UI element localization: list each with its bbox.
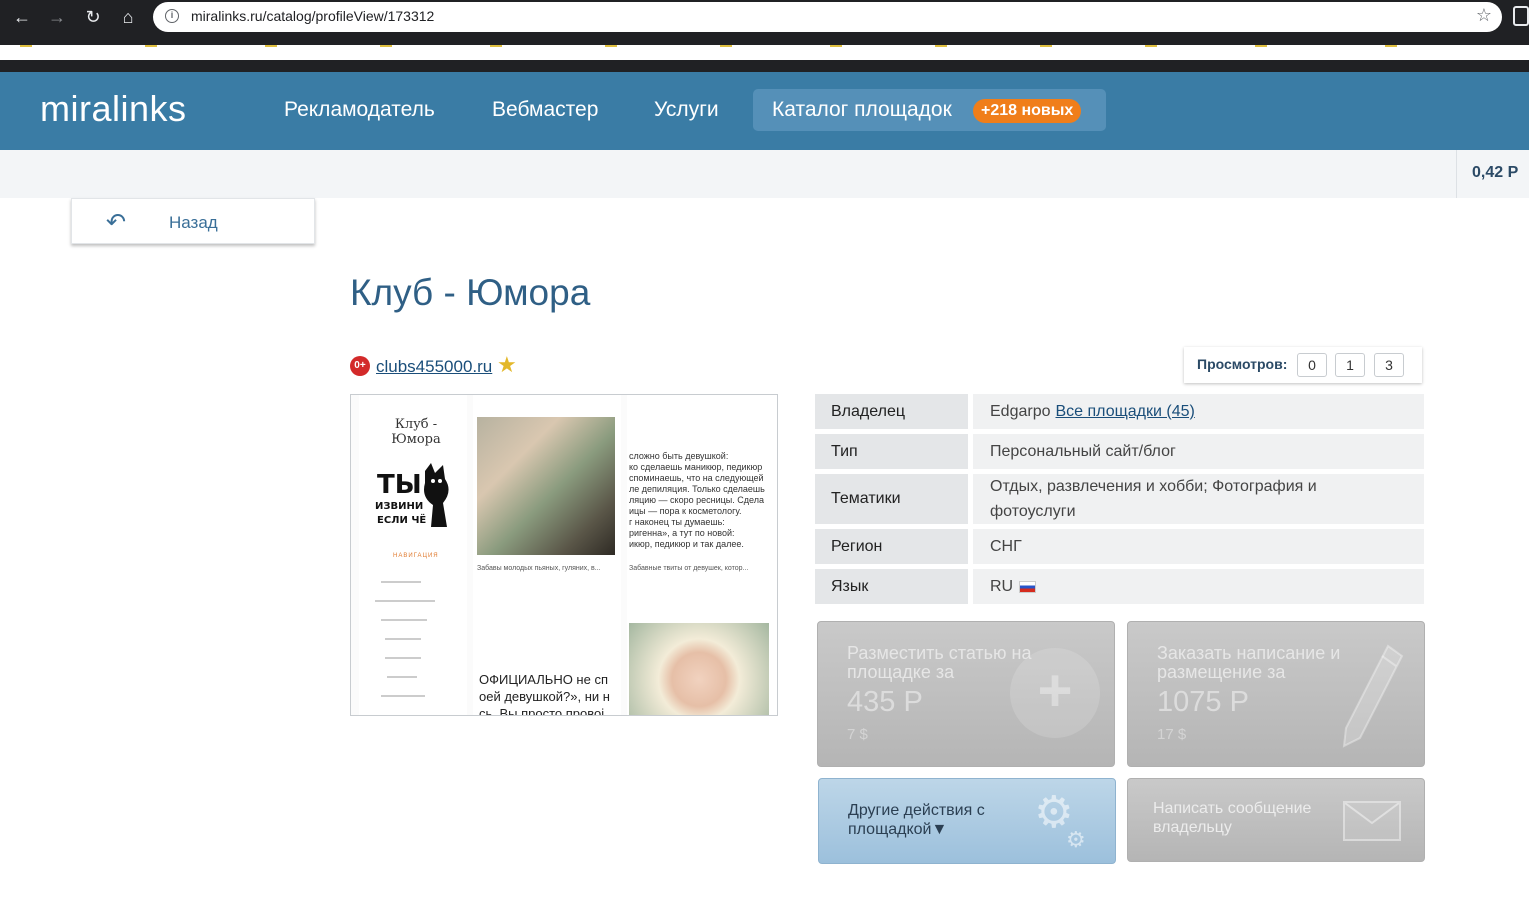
order-writing-usd: 17 $	[1157, 726, 1187, 743]
place-article-usd: 7 $	[847, 726, 868, 743]
views-count-total: 3	[1374, 353, 1404, 377]
favorite-star-icon[interactable]: ★	[497, 352, 517, 378]
info-row-type: Тип Персональный сайт/блог	[815, 434, 1424, 469]
language-code: RU	[990, 578, 1014, 595]
menu-catalog-label: Каталог площадок	[772, 98, 952, 121]
thumb-caption-2: Забавные твиты от девушек, котор...	[629, 565, 749, 572]
sub-bar: 0,42 Р	[0, 150, 1529, 198]
cat-logo-icon: ТЫ ИЗВИНИ ЕСЛИ ЧЁ	[375, 463, 449, 527]
menu-catalog[interactable]: Каталог площадок +218 новых	[753, 89, 1106, 131]
url-text[interactable]: miralinks.ru/catalog/profileView/173312	[191, 8, 434, 24]
menu-services[interactable]: Услуги	[654, 98, 719, 122]
balance-display[interactable]: 0,42 Р	[1456, 150, 1529, 198]
info-row-language: Язык RU	[815, 569, 1424, 604]
site-logo[interactable]: miralinks	[40, 88, 187, 130]
bookmark-star-icon[interactable]: ☆	[1476, 5, 1492, 26]
thumb-big-text: ОФИЦИАЛЬНО не сп оей девушкой?», ни н сь…	[479, 672, 610, 716]
page-title: Клуб - Юмора	[350, 272, 591, 313]
all-sites-link[interactable]: Все площадки (45)	[1056, 399, 1195, 424]
new-sites-badge: +218 новых	[973, 99, 1082, 123]
home-icon[interactable]: ⌂	[116, 6, 140, 28]
message-owner-label: Написать сообщение владельцу	[1153, 800, 1312, 836]
message-owner-button[interactable]: Написать сообщение владельцу	[1127, 778, 1425, 862]
info-row-owner: Владелец Edgarpo Все площадки (45)	[815, 394, 1424, 429]
svg-text:ИЗВИНИ: ИЗВИНИ	[375, 501, 423, 512]
back-arrow-icon[interactable]: ←	[10, 6, 34, 28]
info-row-region: Регион СНГ	[815, 529, 1424, 564]
undo-arrow-icon: ↶	[106, 209, 127, 236]
info-val-language: RU	[973, 569, 1424, 604]
russia-flag-icon	[1019, 580, 1037, 593]
reload-icon[interactable]: ↻	[81, 6, 105, 28]
info-key-owner: Владелец	[815, 394, 968, 429]
thumb-nav-label: НАВИГАЦИЯ	[393, 553, 439, 559]
info-key-region: Регион	[815, 529, 968, 564]
address-bar[interactable]: i miralinks.ru/catalog/profileView/17331…	[153, 2, 1502, 32]
views-label: Просмотров:	[1197, 356, 1288, 372]
other-actions-label: Другие действия с площадкой▼	[848, 802, 985, 838]
site-header: miralinks Рекламодатель Вебмастер Услуги…	[0, 72, 1529, 150]
chrome-divider	[0, 60, 1529, 72]
place-article-title: Разместить статью на площадке за	[847, 643, 1032, 682]
info-row-topics: Тематики Отдых, развлечения и хобби; Фот…	[815, 474, 1424, 524]
thumb-site-title: Клуб - Юмора	[391, 417, 441, 447]
info-key-type: Тип	[815, 434, 968, 469]
order-writing-price: 1075 Р	[1157, 686, 1249, 718]
thumb-caption-1: Забавы молодых пьяных, гуляних, в...	[477, 565, 601, 572]
place-article-price: 435 Р	[847, 686, 923, 718]
views-count-week: 1	[1335, 353, 1365, 377]
site-link[interactable]: clubs455000.ru	[376, 357, 492, 377]
menu-webmaster[interactable]: Вебмастер	[492, 98, 598, 122]
info-val-type: Персональный сайт/блог	[973, 434, 1424, 469]
info-val-owner: Edgarpo Все площадки (45)	[973, 394, 1424, 429]
gear-small-icon: ⚙	[1066, 827, 1086, 852]
views-counter: Просмотров: 0 1 3	[1184, 347, 1422, 383]
info-key-topics: Тематики	[815, 474, 968, 524]
site-screenshot-thumbnail[interactable]: Клуб - Юмора ТЫ ИЗВИНИ ЕСЛИ ЧЁ НАВИГАЦИЯ…	[350, 394, 778, 716]
thumb-photo-party	[477, 417, 615, 555]
views-count-today: 0	[1297, 353, 1327, 377]
thumb-excerpt: сложно быть девушкой: ко сделаешь маникю…	[629, 451, 765, 549]
svg-text:ЕСЛИ ЧЁ: ЕСЛИ ЧЁ	[377, 512, 426, 526]
age-rating-badge: 0+	[350, 356, 370, 376]
info-val-topics: Отдых, развлечения и хобби; Фотография и…	[973, 474, 1424, 524]
back-button[interactable]: ↶ Назад	[71, 198, 315, 244]
svg-text:ТЫ: ТЫ	[377, 470, 422, 500]
order-writing-title: Заказать написание и размещение за	[1157, 643, 1341, 682]
forward-arrow-icon[interactable]: →	[45, 6, 69, 28]
order-writing-button[interactable]: Заказать написание и размещение за 1075 …	[1127, 621, 1425, 767]
owner-name: Edgarpo	[990, 403, 1051, 420]
browser-toolbar: ← → ↻ ⌂ i miralinks.ru/catalog/profileVi…	[0, 0, 1529, 45]
back-button-label: Назад	[169, 213, 218, 232]
thumb-photo-portrait	[629, 623, 769, 715]
place-article-button[interactable]: + Разместить статью на площадке за 435 Р…	[817, 621, 1115, 767]
bookmarks-strip	[0, 45, 1529, 60]
info-val-region: СНГ	[973, 529, 1424, 564]
info-key-language: Язык	[815, 569, 968, 604]
site-info-icon[interactable]: i	[165, 9, 179, 23]
extension-icon[interactable]	[1513, 6, 1529, 26]
menu-advertiser[interactable]: Рекламодатель	[284, 98, 435, 122]
other-actions-button[interactable]: ⚙ ⚙ Другие действия с площадкой▼	[818, 778, 1116, 864]
